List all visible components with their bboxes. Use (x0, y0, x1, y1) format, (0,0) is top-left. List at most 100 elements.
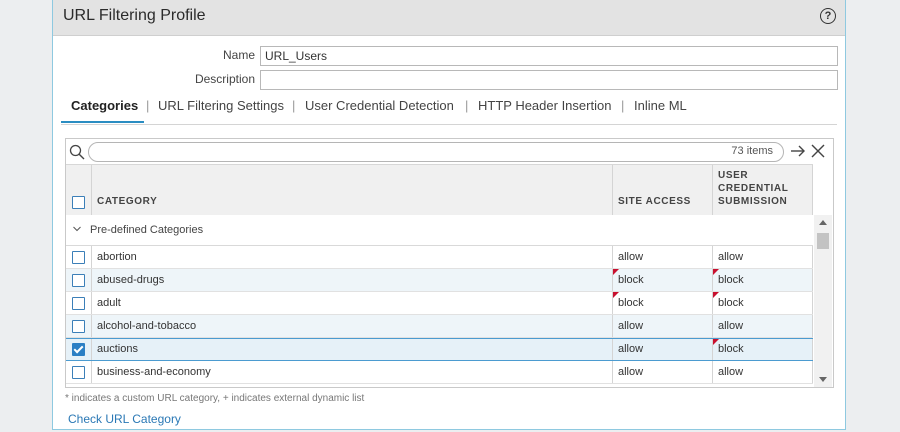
table-row[interactable]: adult block block (66, 292, 813, 315)
clear-filter-close-icon[interactable] (811, 144, 825, 158)
filter-input[interactable]: 73 items (88, 142, 784, 162)
site-access-cell[interactable]: allow (613, 315, 713, 337)
tab-separator: | (146, 98, 150, 113)
category-name: adult (97, 297, 121, 309)
table-row[interactable]: alcohol-and-tobacco allow allow (66, 315, 813, 338)
header-line: SUBMISSION (718, 196, 788, 207)
user-credential-cell[interactable]: block (713, 339, 813, 360)
tab-separator: | (292, 98, 296, 113)
user-credential-cell[interactable]: block (713, 269, 813, 291)
header-category[interactable]: CATEGORY (92, 165, 613, 215)
row-select-cell (66, 292, 92, 314)
site-access-cell[interactable]: allow (613, 339, 713, 360)
items-count: 73 items (731, 145, 773, 157)
row-checkbox-checked[interactable] (72, 343, 85, 356)
category-cell: abortion (92, 246, 613, 268)
site-access-value: allow (618, 251, 644, 263)
active-tab-indicator (61, 121, 144, 123)
tab-http-header-insertion[interactable]: HTTP Header Insertion (478, 98, 611, 113)
category-name: business-and-economy (97, 366, 211, 378)
site-access-value: allow (618, 366, 644, 378)
row-checkbox[interactable] (72, 366, 85, 379)
category-name: abortion (97, 251, 137, 263)
scroll-up-arrow-icon[interactable] (819, 220, 827, 225)
table-row-selected[interactable]: auctions allow block (66, 338, 813, 361)
header-user-credential-label: USER CREDENTIAL SUBMISSION (718, 169, 788, 208)
site-access-value: block (618, 297, 644, 309)
header-site-access-label: SITE ACCESS (618, 196, 691, 207)
site-access-cell[interactable]: allow (613, 246, 713, 268)
apply-filter-arrow-icon[interactable] (790, 143, 806, 159)
search-icon (69, 144, 85, 160)
url-filtering-profile-dialog: URL Filtering Profile ? Name URL_Users D… (52, 0, 846, 430)
header-user-credential-submission[interactable]: USER CREDENTIAL SUBMISSION (713, 165, 813, 215)
tab-user-credential-detection[interactable]: User Credential Detection (305, 98, 454, 113)
dialog-titlebar: URL Filtering Profile ? (53, 0, 845, 36)
category-name: alcohol-and-tobacco (97, 320, 197, 332)
description-label: Description (194, 72, 255, 86)
row-select-cell (66, 269, 92, 291)
group-label: Pre-defined Categories (90, 224, 204, 236)
help-icon[interactable]: ? (820, 8, 836, 24)
check-url-category-link[interactable]: Check URL Category (68, 412, 181, 426)
grid-scrollbar[interactable] (814, 215, 832, 387)
tab-url-filtering-settings[interactable]: URL Filtering Settings (158, 98, 284, 113)
site-access-cell[interactable]: block (613, 292, 713, 314)
row-checkbox[interactable] (72, 274, 85, 287)
category-name: auctions (97, 343, 138, 355)
group-row-predefined[interactable]: Pre-defined Categories (66, 215, 813, 246)
user-credential-cell[interactable]: allow (713, 246, 813, 268)
table-row[interactable]: abused-drugs block block (66, 269, 813, 292)
user-credential-value: allow (718, 251, 744, 263)
row-checkbox[interactable] (72, 297, 85, 310)
header-select-cell (66, 165, 92, 215)
tab-categories[interactable]: Categories (71, 98, 138, 113)
row-checkbox[interactable] (72, 320, 85, 333)
category-name: abused-drugs (97, 274, 165, 286)
grid-toolbar: 73 items (66, 139, 833, 164)
site-access-value: allow (618, 343, 644, 355)
user-credential-value: allow (718, 366, 744, 378)
name-input[interactable]: URL_Users (260, 46, 838, 66)
legend-footnote: * indicates a custom URL category, + ind… (65, 393, 365, 404)
table-row[interactable]: abortion allow allow (66, 246, 813, 269)
select-all-checkbox[interactable] (72, 196, 85, 209)
dialog-title: URL Filtering Profile (63, 7, 206, 24)
scrollbar-thumb[interactable] (817, 233, 829, 249)
tab-inline-ml[interactable]: Inline ML (634, 98, 687, 113)
user-credential-cell[interactable]: allow (713, 361, 813, 383)
user-credential-value: block (718, 274, 744, 286)
description-input[interactable] (260, 70, 838, 90)
scroll-down-arrow-icon[interactable] (819, 377, 827, 382)
header-site-access[interactable]: SITE ACCESS (613, 165, 713, 215)
site-access-value: block (618, 274, 644, 286)
user-credential-value: allow (718, 320, 744, 332)
category-cell: business-and-economy (92, 361, 613, 383)
row-select-cell (66, 246, 92, 268)
tab-separator: | (465, 98, 469, 113)
user-credential-cell[interactable]: block (713, 292, 813, 314)
grid-header: CATEGORY SITE ACCESS USER CREDENTIAL SUB… (66, 164, 813, 216)
user-credential-value: block (718, 343, 744, 355)
category-cell: auctions (92, 339, 613, 360)
row-select-cell (66, 339, 92, 360)
name-label: Name (222, 48, 255, 62)
tab-divider (61, 124, 837, 125)
table-row[interactable]: business-and-economy allow allow (66, 361, 813, 384)
row-select-cell (66, 361, 92, 383)
user-credential-value: block (718, 297, 744, 309)
categories-grid: 73 items CATEGORY SITE ACCESS USER CREDE… (65, 138, 834, 388)
site-access-value: allow (618, 320, 644, 332)
header-line: USER (718, 170, 749, 181)
row-checkbox[interactable] (72, 251, 85, 264)
row-select-cell (66, 315, 92, 337)
chevron-down-icon[interactable] (73, 225, 81, 233)
user-credential-cell[interactable]: allow (713, 315, 813, 337)
tab-separator: | (621, 98, 625, 113)
category-cell: alcohol-and-tobacco (92, 315, 613, 337)
category-cell: abused-drugs (92, 269, 613, 291)
header-category-label: CATEGORY (97, 196, 158, 207)
site-access-cell[interactable]: block (613, 269, 713, 291)
category-cell: adult (92, 292, 613, 314)
site-access-cell[interactable]: allow (613, 361, 713, 383)
